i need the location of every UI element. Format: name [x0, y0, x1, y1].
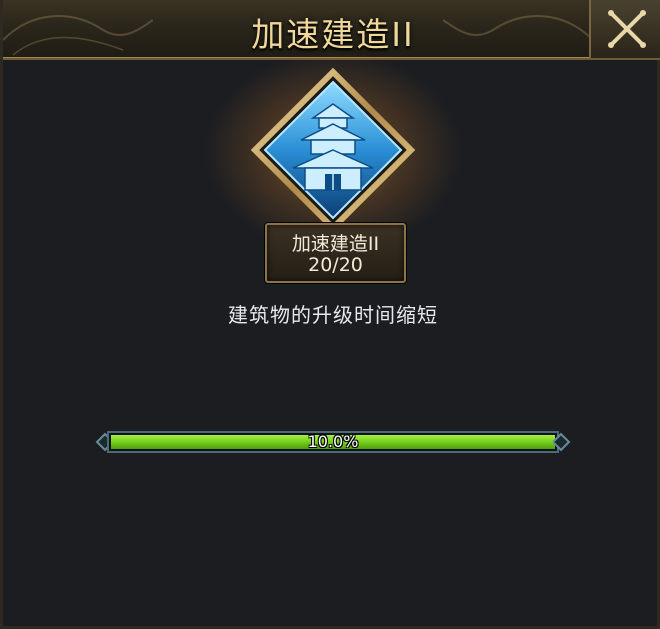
- progress-label: 10.0%: [307, 432, 359, 451]
- skill-badge: [193, 42, 473, 262]
- close-button[interactable]: [589, 0, 660, 58]
- skill-detail-panel: 加速建造II 加速建造II 20/20 建筑物的升级时间缩短 10.0%: [0, 0, 660, 629]
- pagoda-building-icon: [250, 67, 416, 232]
- close-icon: [608, 10, 646, 48]
- skill-description: 建筑物的升级时间缩短: [228, 303, 438, 327]
- level-plate: 加速建造II 20/20: [265, 223, 406, 283]
- bar-right-cap-icon: [553, 432, 571, 452]
- skill-name: 加速建造II: [291, 233, 380, 255]
- skill-level: 20/20: [308, 254, 363, 276]
- progress-bar: 10.0%: [107, 431, 559, 453]
